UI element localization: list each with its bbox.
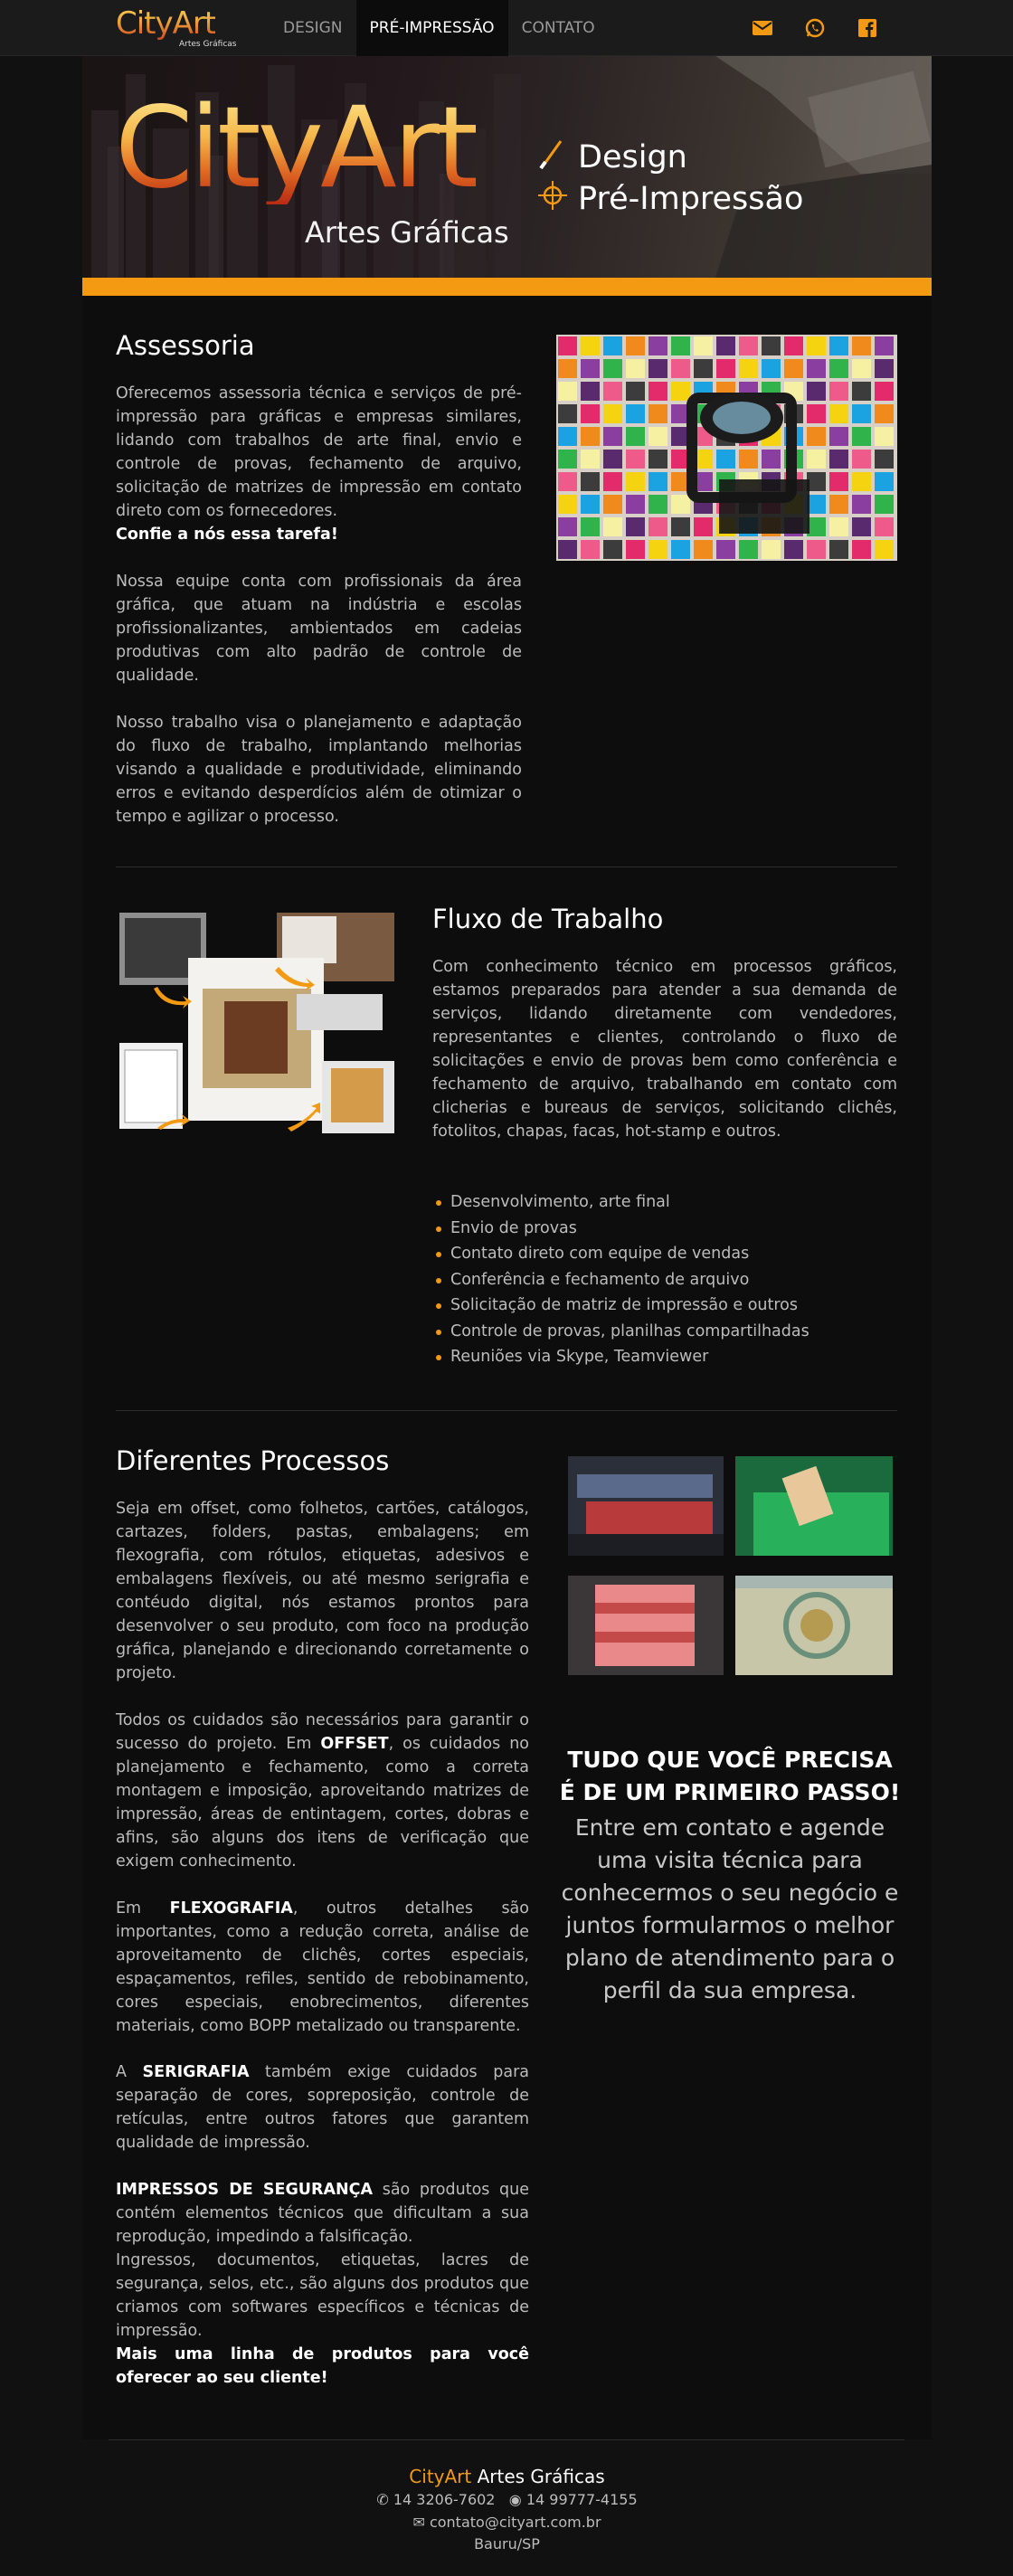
assessoria-paragraph-1: Oferecemos assessoria técnica e serviços…	[116, 384, 522, 520]
workflow-diagram-image	[116, 907, 398, 1138]
nav-item-pre-impressao[interactable]: PRÉ-IMPRESSÃO	[355, 0, 508, 56]
cta-text: Entre em contato e agende uma visita téc…	[561, 1814, 899, 2003]
processos-paragraph-flexografia: Em FLEXOGRAFIA, outros detalhes são impo…	[116, 1897, 529, 2038]
footer-phone[interactable]: 14 3206-7602	[393, 2491, 496, 2508]
nav-item-contato[interactable]: CONTATO	[508, 0, 609, 56]
list-item: Solicitação de matriz de impressão e out…	[432, 1293, 809, 1319]
text-span: A	[116, 2063, 143, 2081]
hero-accent-bar	[82, 278, 932, 296]
envelope-icon: ✉	[412, 2514, 425, 2531]
color-chart-photo	[556, 335, 897, 561]
phone-icon: ✆	[376, 2491, 389, 2508]
navbar-logo-sub: Artes Gráficas	[179, 40, 237, 49]
list-item: Conferência e fechamento de arquivo	[432, 1267, 809, 1293]
assessoria-highlight: Confie a nós essa tarefa!	[116, 526, 338, 544]
list-item: Controle de provas, planilhas compartilh…	[432, 1319, 809, 1345]
fluxo-bullet-list: Desenvolvimento, arte final Envio de pro…	[432, 1189, 809, 1370]
text-span: , os cuidados no planejamento e fechamen…	[116, 1735, 529, 1870]
text-span: Em	[116, 1899, 170, 1918]
nav-menu: DESIGN PRÉ-IMPRESSÃO CONTATO	[270, 0, 609, 56]
flexo-press-photo	[568, 1576, 724, 1675]
whatsapp-icon: ◉	[508, 2491, 522, 2508]
footer-divider	[109, 2439, 904, 2440]
crosshair-icon	[538, 181, 567, 210]
footer-city: Bauru/SP	[474, 2535, 540, 2552]
footer-whatsapp[interactable]: 14 99777-4155	[526, 2491, 638, 2508]
processos-highlight: Mais uma linha de produtos para você ofe…	[116, 2345, 529, 2387]
nav-social-icons	[751, 16, 879, 40]
fluxo-paragraph: Com conhecimento técnico em processos gr…	[432, 958, 897, 1141]
assessoria-paragraph-2: Nossa equipe conta com profissionais da …	[116, 573, 522, 685]
footer-brand-rest: Artes Gráficas	[471, 2466, 605, 2487]
fluxo-title: Fluxo de Trabalho	[432, 904, 664, 934]
offset-keyword: OFFSET	[320, 1735, 389, 1753]
seguranca-keyword: IMPRESSOS DE SEGURANÇA	[116, 2181, 374, 2199]
security-print-photo	[735, 1576, 893, 1675]
hero-logo-sub: Artes Gráficas	[305, 215, 509, 250]
processos-paragraph-serigrafia: A SERIGRAFIA também exige cuidados para …	[116, 2060, 529, 2155]
list-item: Contato direto com equipe de vendas	[432, 1241, 809, 1267]
nav-item-design[interactable]: DESIGN	[270, 0, 356, 56]
hero-tag-design: Design	[578, 139, 687, 175]
processos-paragraph-seguranca: IMPRESSOS DE SEGURANÇA são produtos que …	[116, 2178, 529, 2249]
processos-paragraph-produtos: Ingressos, documentos, etiquetas, lacres…	[116, 2251, 529, 2340]
footer-brand: CityArt Artes Gráficas	[75, 2466, 939, 2487]
navbar: CityArt Artes Gráficas DESIGN PRÉ-IMPRES…	[0, 0, 1013, 56]
processos-paragraph-1: Seja em offset, como folhetos, cartões, …	[116, 1500, 529, 1682]
section-divider	[116, 1410, 897, 1411]
assessoria-paragraph-3: Nosso trabalho visa o planejamento e ada…	[116, 714, 522, 826]
footer-phones: ✆ 14 3206-7602 ◉ 14 99777-4155	[75, 2491, 939, 2508]
assessoria-title: Assessoria	[116, 330, 255, 361]
list-item: Envio de provas	[432, 1216, 809, 1242]
serigrafia-keyword: SERIGRAFIA	[142, 2063, 250, 2081]
hero-logo-main: CityArt	[115, 83, 479, 213]
facebook-icon[interactable]	[856, 16, 879, 40]
list-item: Reuniões via Skype, Teamviewer	[432, 1344, 809, 1370]
cta-title: TUDO QUE VOCÊ PRECISA É DE UM PRIMEIRO P…	[559, 1747, 901, 1805]
hero-banner: CityArt Artes Gráficas Design Pré-Impres…	[82, 56, 932, 296]
list-item: Desenvolvimento, arte final	[432, 1189, 809, 1216]
flexografia-keyword: FLEXOGRAFIA	[169, 1899, 293, 1918]
navbar-logo-main: CityArt	[116, 5, 216, 42]
text-span: , outros detalhes são importantes, como …	[116, 1899, 529, 2035]
processos-paragraph-offset: Todos os cuidados são necessários para g…	[116, 1709, 529, 1873]
footer-email-line: ✉ contato@cityart.com.br	[75, 2514, 939, 2531]
navbar-logo[interactable]: CityArt Artes Gráficas	[116, 5, 237, 51]
whatsapp-icon[interactable]	[803, 16, 827, 40]
envelope-icon[interactable]	[751, 16, 774, 40]
hero-tag-pre-impressao: Pré-Impressão	[578, 181, 804, 217]
brush-icon	[539, 140, 563, 170]
screen-printing-photo	[735, 1456, 893, 1556]
footer: CityArt Artes Gráficas ✆ 14 3206-7602 ◉ …	[75, 2439, 939, 2576]
footer-brand-accent: CityArt	[409, 2466, 472, 2487]
footer-email[interactable]: contato@cityart.com.br	[430, 2514, 601, 2531]
offset-press-photo	[568, 1456, 724, 1556]
processos-title: Diferentes Processos	[116, 1445, 390, 1476]
